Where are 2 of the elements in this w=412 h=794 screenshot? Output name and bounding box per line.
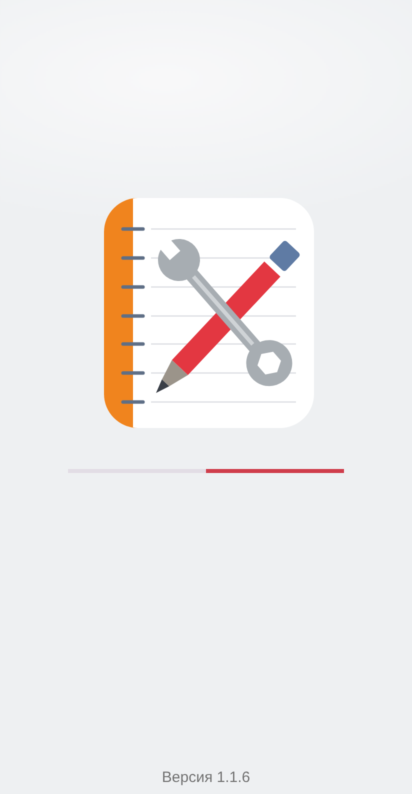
notebook-tools-icon: [104, 198, 314, 428]
version-label: Версия 1.1.6: [162, 769, 250, 786]
